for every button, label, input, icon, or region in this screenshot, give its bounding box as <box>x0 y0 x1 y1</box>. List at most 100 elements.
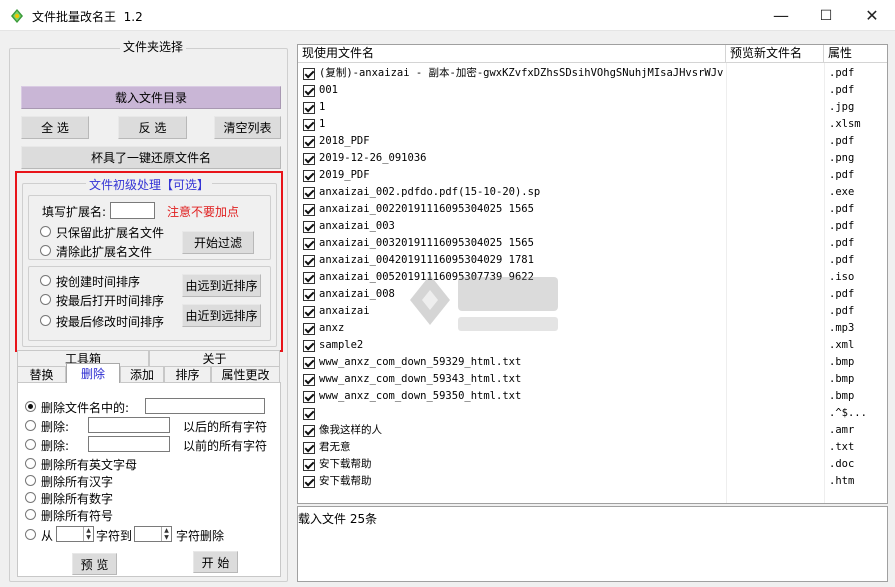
file-row[interactable]: www_anxz_com_down_59350_html.txt .bmp <box>298 388 887 405</box>
file-row-checkbox[interactable] <box>303 306 315 318</box>
file-row[interactable]: anxaizai_00320191116095304025 1565 .pdf <box>298 235 887 252</box>
sort-modified-label: 按最后修改时间排序 <box>56 315 165 329</box>
file-row[interactable]: 2018_PDF .pdf <box>298 133 887 150</box>
file-list[interactable]: 现使用文件名 预览新文件名 属性 (复制)-anxaizai - 副本-加密-g… <box>297 44 888 504</box>
delete-before-radio[interactable] <box>25 439 36 450</box>
start-filter-button[interactable]: 开始过滤 <box>182 231 254 254</box>
file-row[interactable]: 2019_PDF .pdf <box>298 167 887 184</box>
delete-letters-radio[interactable] <box>25 458 36 469</box>
file-row[interactable]: 君无意 .txt <box>298 439 887 456</box>
clear-list-button[interactable]: 清空列表 <box>214 116 281 139</box>
restore-filenames-button[interactable]: 杯具了一键还原文件名 <box>21 146 281 169</box>
start-button[interactable]: 开 始 <box>193 551 238 573</box>
tab-add[interactable]: 添加 <box>120 366 164 382</box>
file-row-attribute: .pdf <box>829 135 855 147</box>
extension-input[interactable] <box>110 202 155 219</box>
load-directory-button[interactable]: 载入文件目录 <box>21 86 281 109</box>
file-row[interactable]: anxaizai_008 .pdf <box>298 286 887 303</box>
delete-contains-radio[interactable] <box>25 401 36 412</box>
file-row-checkbox[interactable] <box>303 391 315 403</box>
file-row[interactable]: 安下载帮助 .htm <box>298 473 887 490</box>
tab-about[interactable]: 关于 <box>149 350 280 366</box>
file-row[interactable]: anxaizai_002.pdfdo.pdf(15-10-20).sp .exe <box>298 184 887 201</box>
file-row[interactable]: anxaizai .pdf <box>298 303 887 320</box>
file-row-checkbox[interactable] <box>303 357 315 369</box>
sort-near-to-far-button[interactable]: 由近到远排序 <box>182 304 261 327</box>
log-output[interactable]: 载入文件 25条 <box>297 506 888 582</box>
preview-button[interactable]: 预 览 <box>72 553 117 575</box>
delete-symbols-radio[interactable] <box>25 509 36 520</box>
sort-far-to-near-button[interactable]: 由远到近排序 <box>182 274 261 297</box>
file-row-checkbox[interactable] <box>303 238 315 250</box>
file-row-checkbox[interactable] <box>303 187 315 199</box>
file-row[interactable]: 1 .jpg <box>298 99 887 116</box>
delete-contains-input[interactable] <box>145 398 265 414</box>
file-row-checkbox[interactable] <box>303 255 315 267</box>
file-row-checkbox[interactable] <box>303 476 315 488</box>
file-row-checkbox[interactable] <box>303 374 315 386</box>
file-row[interactable]: 安下载帮助 .doc <box>298 456 887 473</box>
column-header-preview-name[interactable]: 预览新文件名 <box>726 45 824 63</box>
file-row-checkbox[interactable] <box>303 119 315 131</box>
file-row[interactable]: 1 .xlsm <box>298 116 887 133</box>
file-row-attribute: .pdf <box>829 220 855 232</box>
column-header-current-name[interactable]: 现使用文件名 <box>298 45 726 63</box>
file-row[interactable]: 001 .pdf <box>298 82 887 99</box>
remove-extension-radio[interactable] <box>40 245 51 256</box>
file-row-checkbox[interactable] <box>303 408 315 420</box>
file-row-checkbox[interactable] <box>303 459 315 471</box>
file-row-checkbox[interactable] <box>303 136 315 148</box>
invert-selection-button[interactable]: 反 选 <box>118 116 187 139</box>
delete-range-radio[interactable] <box>25 529 36 540</box>
file-row[interactable]: anxaizai_00220191116095304025 1565 .pdf <box>298 201 887 218</box>
tab-replace[interactable]: 替换 <box>17 366 66 382</box>
close-button[interactable]: ✕ <box>849 0 895 31</box>
tab-sort[interactable]: 排序 <box>164 366 211 382</box>
file-row-checkbox[interactable] <box>303 68 315 80</box>
file-row[interactable]: (复制)-anxaizai - 副本-加密-gwxKZvfxDZhsSDsihV… <box>298 65 887 82</box>
file-row-checkbox[interactable] <box>303 323 315 335</box>
file-row[interactable]: anxaizai_003 .pdf <box>298 218 887 235</box>
file-row-checkbox[interactable] <box>303 272 315 284</box>
delete-after-input[interactable] <box>88 417 170 433</box>
file-row[interactable]: 2019-12-26_091036 .png <box>298 150 887 167</box>
file-row[interactable]: anxaizai_00420191116095304029 1781 .pdf <box>298 252 887 269</box>
file-row-checkbox[interactable] <box>303 102 315 114</box>
file-row-checkbox[interactable] <box>303 221 315 233</box>
file-row-checkbox[interactable] <box>303 85 315 97</box>
maximize-button[interactable]: ☐ <box>803 0 849 31</box>
file-row-checkbox[interactable] <box>303 153 315 165</box>
file-row[interactable]: anxz .mp3 <box>298 320 887 337</box>
file-row-attribute: .pdf <box>829 305 855 317</box>
file-row[interactable]: www_anxz_com_down_59329_html.txt .bmp <box>298 354 887 371</box>
select-all-button[interactable]: 全 选 <box>21 116 89 139</box>
file-row[interactable]: sample2 .xml <box>298 337 887 354</box>
file-row-checkbox[interactable] <box>303 170 315 182</box>
file-row-checkbox[interactable] <box>303 204 315 216</box>
tab-delete[interactable]: 删除 <box>66 363 120 383</box>
extension-label: 填写扩展名: <box>42 205 107 219</box>
tab-attributes[interactable]: 属性更改 <box>211 366 280 382</box>
sort-modified-radio[interactable] <box>40 315 51 326</box>
file-row-checkbox[interactable] <box>303 289 315 301</box>
range-end-stepper[interactable]: ▲ ▼ <box>134 526 172 542</box>
sort-created-radio[interactable] <box>40 275 51 286</box>
file-row[interactable]: anxaizai_00520191116095307739 9622 .iso <box>298 269 887 286</box>
keep-extension-radio[interactable] <box>40 226 51 237</box>
delete-chinese-radio[interactable] <box>25 475 36 486</box>
minimize-button[interactable]: — <box>758 0 804 31</box>
file-row-checkbox[interactable] <box>303 340 315 352</box>
stepper-arrows-icon[interactable]: ▲ ▼ <box>161 527 171 541</box>
delete-before-input[interactable] <box>88 436 170 452</box>
sort-opened-radio[interactable] <box>40 294 51 305</box>
stepper-arrows-icon[interactable]: ▲ ▼ <box>83 527 93 541</box>
file-row-checkbox[interactable] <box>303 425 315 437</box>
delete-digits-radio[interactable] <box>25 492 36 503</box>
file-row[interactable]: www_anxz_com_down_59343_html.txt .bmp <box>298 371 887 388</box>
delete-after-radio[interactable] <box>25 420 36 431</box>
column-header-attribute[interactable]: 属性 <box>824 45 887 63</box>
range-start-stepper[interactable]: ▲ ▼ <box>56 526 94 542</box>
file-row[interactable]: 像我这样的人 .amr <box>298 422 887 439</box>
file-row-checkbox[interactable] <box>303 442 315 454</box>
file-row[interactable]: .^$... <box>298 405 887 422</box>
